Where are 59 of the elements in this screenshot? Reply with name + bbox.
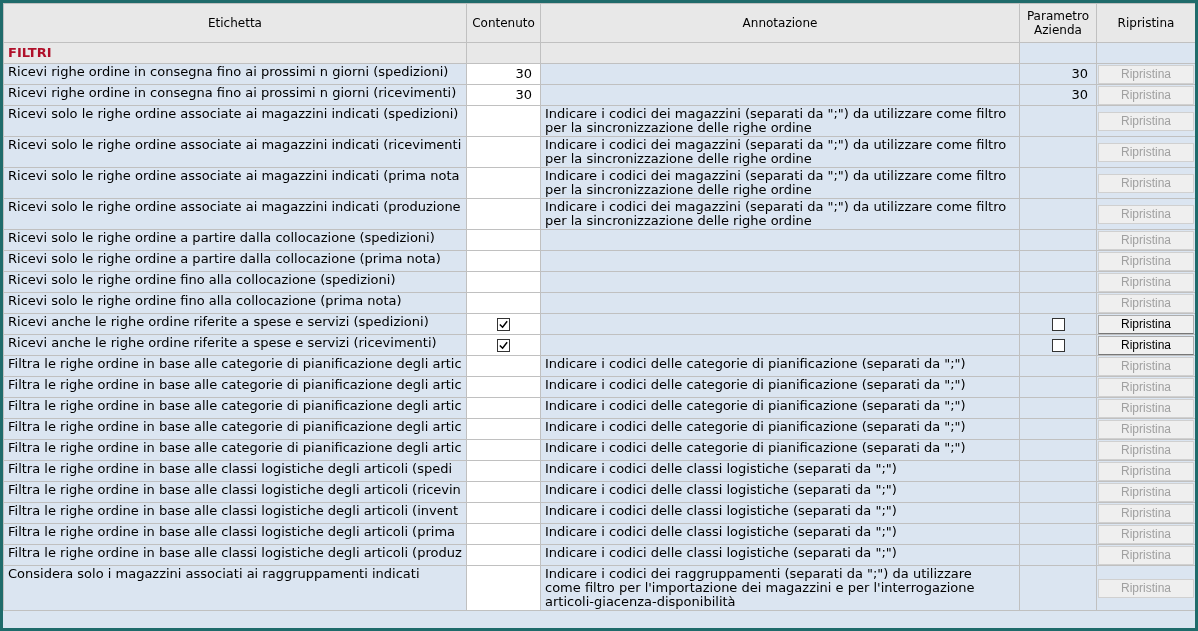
annotation-text: Indicare i codici delle classi logistiche (separati da ";") (545, 482, 897, 497)
annotation-text: Indicare i codici delle classi logistiche (separati da ";") (545, 524, 897, 539)
column-header: Ripristina (1096, 3, 1195, 43)
cell-value: 30 (1071, 87, 1089, 102)
row-label: Filtra le righe ordine in base alle classi logistiche degli articoli (spedi (8, 461, 453, 476)
checkbox[interactable] (1051, 318, 1065, 331)
column-header: Contenuto (466, 3, 541, 43)
checkbox[interactable] (497, 318, 510, 331)
annotation-text: Indicare i codici delle categorie di pianificazione (separati da ";") (545, 440, 966, 455)
cell-value: 30 (515, 87, 533, 102)
row-label: Filtra le righe ordine in base alle categorie di pianificazione degli artic (8, 356, 462, 371)
row-label: Considera solo i magazzini associati ai raggruppamenti indicati (8, 566, 420, 581)
row-label: Filtra le righe ordine in base alle classi logistiche degli articoli (invent (8, 503, 459, 518)
annotation-text: Indicare i codici dei magazzini (separati da ";") da utilizzare come filtro per la sincronizzazione delle righe ordine (545, 199, 1007, 228)
row-label: Ricevi righe ordine in consegna fino ai prossimi n giorni (spedizioni) (8, 64, 449, 79)
row-label: Filtra le righe ordine in base alle classi logistiche degli articoli (produz (8, 545, 462, 560)
checkbox[interactable] (497, 339, 510, 352)
checkbox[interactable] (1051, 339, 1065, 352)
annotation-text: Indicare i codici delle categorie di pianificazione (separati da ";") (545, 377, 966, 392)
row-label: Ricevi solo le righe ordine fino alla collocazione (spedizioni) (8, 272, 396, 287)
row-label: Ricevi solo le righe ordine associate ai magazzini indicati (ricevimenti (8, 137, 462, 152)
row-label: Ricevi solo le righe ordine a partire dalla collocazione (prima nota) (8, 251, 441, 266)
annotation-text: Indicare i codici dei raggruppamenti (separati da ";") da utilizzare come filtro per l'importazione dei magazzini e per l'interrogazione articoli-giacenza-disponibilità (545, 566, 975, 609)
reset-button[interactable]: Ripristina (1098, 314, 1194, 334)
annotation-text: Indicare i codici dei magazzini (separati da ";") da utilizzare come filtro per la sincronizzazione delle righe ordine (545, 168, 1007, 197)
content-field[interactable] (466, 136, 541, 168)
row-label: Filtra le righe ordine in base alle classi logistiche degli articoli (prima (8, 524, 456, 539)
row-label: Ricevi solo le righe ordine fino alla collocazione (prima nota) (8, 293, 402, 308)
annotation-text: Indicare i codici delle categorie di pianificazione (separati da ";") (545, 419, 966, 434)
content-field[interactable] (466, 565, 541, 611)
annotation-text: Indicare i codici delle classi logistiche (separati da ";") (545, 545, 897, 560)
annotation-text: Indicare i codici dei magazzini (separati da ";") da utilizzare come filtro per la sincronizzazione delle righe ordine (545, 106, 1007, 135)
row-label: Ricevi anche le righe ordine riferite a spese e servizi (ricevimenti) (8, 335, 437, 350)
column-header: Parametro Azienda (1019, 3, 1097, 43)
row-label: Filtra le righe ordine in base alle classi logistiche degli articoli (ricevin (8, 482, 461, 497)
cell-value: 30 (1071, 66, 1089, 81)
annotation-text: Indicare i codici dei magazzini (separati da ";") da utilizzare come filtro per la sincronizzazione delle righe ordine (545, 137, 1007, 166)
section-title: FILTRI (3, 42, 467, 64)
row-label: Ricevi solo le righe ordine associate ai magazzini indicati (produzione (8, 199, 461, 214)
row-label: Filtra le righe ordine in base alle categorie di pianificazione degli artic (8, 440, 462, 455)
reset-button[interactable]: Ripristina (1098, 335, 1194, 355)
content-field[interactable] (466, 198, 541, 230)
annotation-text: Indicare i codici delle categorie di pianificazione (separati da ";") (545, 356, 966, 371)
row-label: Filtra le righe ordine in base alle categorie di pianificazione degli artic (8, 377, 462, 392)
cell-value: 30 (515, 66, 533, 81)
annotation-text: Indicare i codici delle categorie di pianificazione (separati da ";") (545, 398, 966, 413)
row-label: Ricevi anche le righe ordine riferite a spese e servizi (spedizioni) (8, 314, 429, 329)
content-field[interactable] (466, 105, 541, 137)
annotation-text: Indicare i codici delle classi logistiche (separati da ";") (545, 461, 897, 476)
row-label: Ricevi solo le righe ordine associate ai magazzini indicati (prima nota (8, 168, 460, 183)
row-label: Ricevi solo le righe ordine a partire dalla collocazione (spedizioni) (8, 230, 435, 245)
column-header: Annotazione (540, 3, 1020, 43)
content-field[interactable] (466, 167, 541, 199)
column-header: Etichetta (3, 3, 467, 43)
row-label: Ricevi solo le righe ordine associate ai magazzini indicati (spedizioni) (8, 106, 459, 121)
annotation-text: Indicare i codici delle classi logistiche (separati da ";") (545, 503, 897, 518)
row-label: Filtra le righe ordine in base alle categorie di pianificazione degli artic (8, 398, 462, 413)
row-label: Filtra le righe ordine in base alle categorie di pianificazione degli artic (8, 419, 462, 434)
row-label: Ricevi righe ordine in consegna fino ai prossimi n giorni (ricevimenti) (8, 85, 457, 100)
